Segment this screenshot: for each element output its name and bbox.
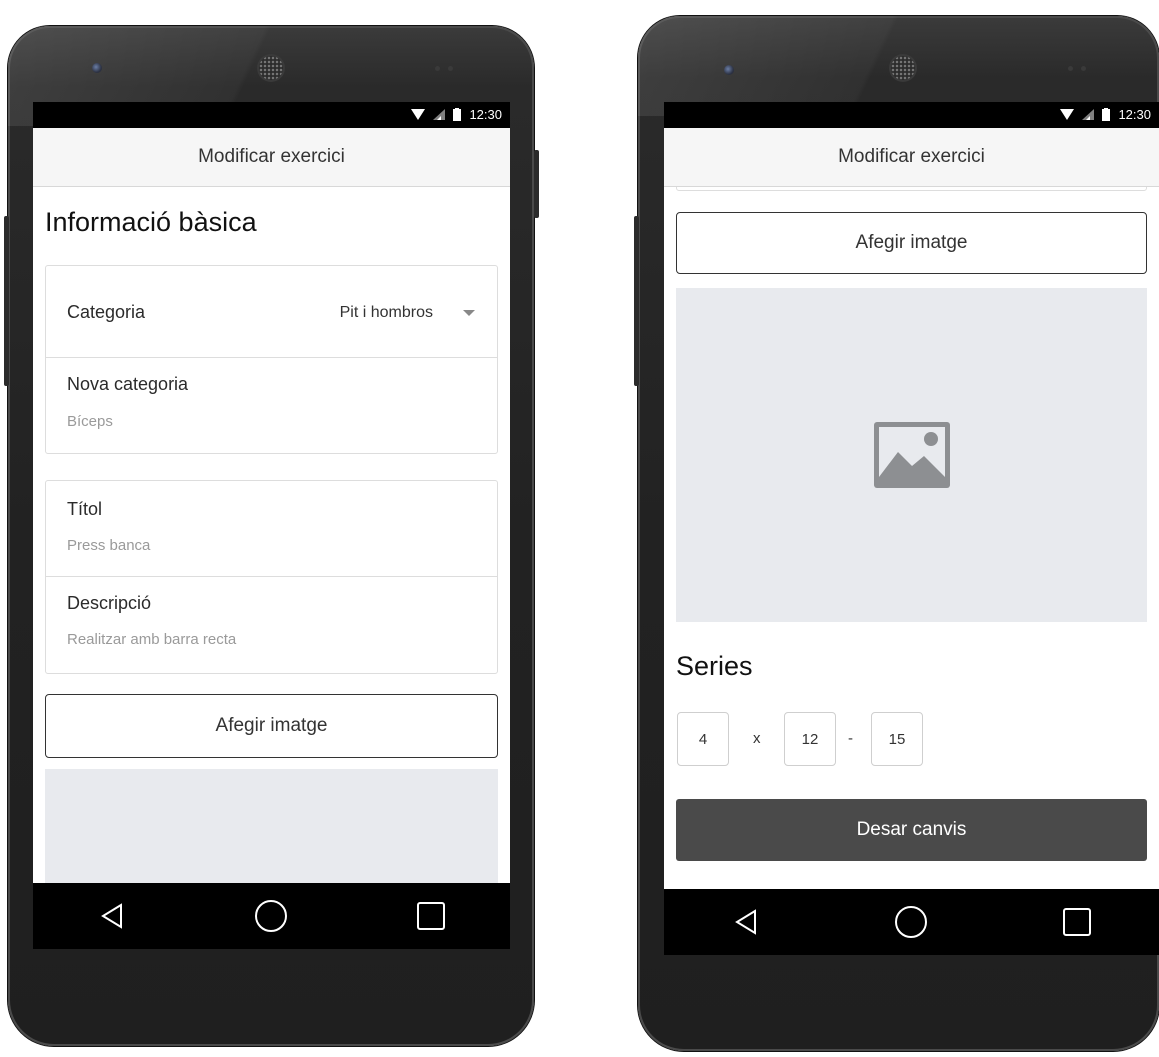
add-image-button[interactable]: Afegir imatge xyxy=(45,694,498,758)
wifi-icon xyxy=(411,109,426,120)
status-time: 12:30 xyxy=(469,107,502,122)
range-separator: - xyxy=(848,730,853,747)
new-category-field[interactable]: Nova categoria Bíceps xyxy=(46,358,497,453)
times-separator: x xyxy=(753,730,761,747)
add-image-label: Afegir imatge xyxy=(215,715,328,736)
new-category-label: Nova categoria xyxy=(67,374,189,394)
signal-icon xyxy=(1082,109,1095,120)
back-icon[interactable] xyxy=(731,907,761,937)
category-selected-value: Pit i hombros xyxy=(339,304,433,321)
front-camera xyxy=(92,63,102,73)
reps-max-input[interactable]: 15 xyxy=(871,712,923,766)
navigation-bar xyxy=(33,883,510,949)
category-label: Categoria xyxy=(67,302,146,322)
description-label: Descripció xyxy=(67,593,152,613)
phone-right: 12:30 Modificar exercici Afegir imatge S… xyxy=(634,16,1159,1051)
page-title: Modificar exercici xyxy=(198,146,345,167)
battery-icon xyxy=(1102,108,1111,121)
new-category-input[interactable]: Bíceps xyxy=(67,413,113,430)
light-sensor xyxy=(448,66,453,71)
speaker-grille xyxy=(891,56,915,80)
image-icon xyxy=(873,422,950,488)
title-input[interactable]: Press banca xyxy=(67,537,150,554)
page-title: Modificar exercici xyxy=(838,146,985,167)
form-content: Afegir imatge Series 4 x 12 - 15 Desar c… xyxy=(664,187,1159,955)
image-placeholder xyxy=(676,288,1147,622)
light-sensor xyxy=(1081,66,1086,71)
power-button xyxy=(534,150,539,218)
proximity-sensor xyxy=(1068,66,1073,71)
screen: 12:30 Modificar exercici Afegir imatge S… xyxy=(664,102,1159,955)
add-image-button[interactable]: Afegir imatge xyxy=(676,212,1147,274)
section-title: Informació bàsica xyxy=(45,207,257,237)
title-field[interactable]: Títol Press banca xyxy=(46,481,497,577)
volume-button xyxy=(4,216,9,386)
front-camera xyxy=(724,65,734,75)
app-bar: Modificar exercici xyxy=(664,128,1159,187)
status-time: 12:30 xyxy=(1118,107,1151,122)
recents-icon[interactable] xyxy=(1062,907,1092,937)
status-bar: 12:30 xyxy=(664,102,1159,128)
details-card: Títol Press banca Descripció Realitzar a… xyxy=(45,480,498,674)
home-icon[interactable] xyxy=(254,899,288,933)
reps-min-input[interactable]: 12 xyxy=(784,712,836,766)
save-changes-button[interactable]: Desar canvis xyxy=(676,799,1147,861)
recents-icon[interactable] xyxy=(416,901,446,931)
battery-icon xyxy=(453,108,462,121)
home-icon[interactable] xyxy=(894,905,928,939)
sets-input[interactable]: 4 xyxy=(677,712,729,766)
volume-button xyxy=(634,216,639,386)
back-icon[interactable] xyxy=(97,901,127,931)
speaker-grille xyxy=(259,56,283,80)
add-image-label: Afegir imatge xyxy=(855,232,968,253)
scrolled-card-edge xyxy=(676,187,1147,191)
category-select[interactable]: Categoria Pit i hombros xyxy=(46,266,497,358)
series-title: Series xyxy=(676,651,753,681)
status-bar: 12:30 xyxy=(33,102,510,128)
screen: 12:30 Modificar exercici Informació bàsi… xyxy=(33,102,510,949)
description-input[interactable]: Realitzar amb barra recta xyxy=(67,631,236,648)
proximity-sensor xyxy=(435,66,440,71)
category-card: Categoria Pit i hombros Nova categoria B… xyxy=(45,265,498,454)
description-field[interactable]: Descripció Realitzar amb barra recta xyxy=(46,577,497,673)
form-content: Informació bàsica Categoria Pit i hombro… xyxy=(33,187,510,949)
phone-left: 12:30 Modificar exercici Informació bàsi… xyxy=(4,26,539,1046)
save-changes-label: Desar canvis xyxy=(856,819,967,840)
app-bar: Modificar exercici xyxy=(33,128,510,187)
title-label: Títol xyxy=(67,499,103,519)
wifi-icon xyxy=(1060,109,1075,120)
signal-icon xyxy=(433,109,446,120)
dropdown-caret-icon xyxy=(463,310,475,316)
navigation-bar xyxy=(664,889,1159,955)
